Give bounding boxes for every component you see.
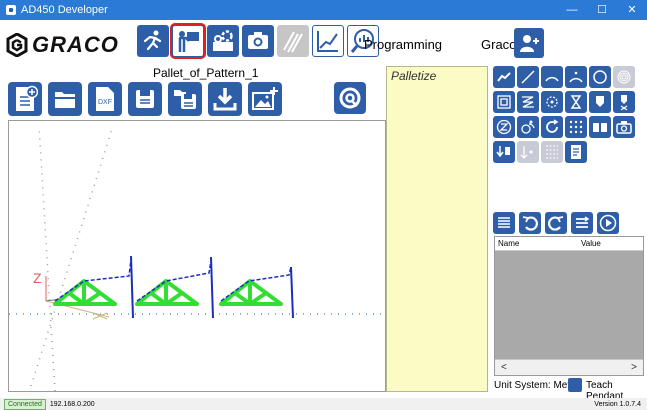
save-as-icon[interactable]: [168, 82, 202, 116]
minimize-button[interactable]: —: [557, 0, 587, 20]
redo-icon[interactable]: [545, 212, 567, 234]
column-header-name[interactable]: Name: [495, 237, 581, 250]
open-folder-icon[interactable]: [48, 82, 82, 116]
new-file-icon[interactable]: [8, 82, 42, 116]
program-title: Palletize: [391, 69, 437, 83]
window-titlebar: AD450 Developer — ☐ ✕: [0, 0, 647, 20]
program-panel[interactable]: Palletize: [386, 66, 488, 392]
add-image-icon[interactable]: [248, 82, 282, 116]
book-icon[interactable]: [589, 116, 611, 138]
download-icon[interactable]: [208, 82, 242, 116]
loop-icon[interactable]: [541, 116, 563, 138]
circle-icon[interactable]: [589, 66, 611, 88]
dispense-on-icon[interactable]: [589, 91, 611, 113]
graco-logo: GRACO: [6, 32, 119, 58]
dxf-label: DXF: [98, 99, 112, 106]
scroll-right-icon[interactable]: >: [631, 362, 637, 373]
z-axis-label: Z: [33, 270, 42, 286]
pattern-canvas[interactable]: Z: [9, 121, 385, 391]
connection-status-badge: Connected: [4, 398, 46, 410]
dispense-off-icon[interactable]: [613, 91, 635, 113]
main-area: GRACO Programming Graco Pallet_of_Patter…: [0, 20, 647, 402]
arc-icon[interactable]: [541, 66, 563, 88]
list-icon[interactable]: [493, 212, 515, 234]
point-icon[interactable]: [541, 91, 563, 113]
dxf-import-icon[interactable]: DXF: [88, 82, 122, 116]
top-nav: [137, 25, 382, 57]
maximize-button[interactable]: ☐: [587, 0, 617, 20]
user-button[interactable]: [514, 28, 544, 58]
y-axis-line: [38, 125, 56, 391]
mode-label: Programming: [364, 37, 443, 52]
pallet-shape: [219, 279, 283, 306]
teach-pendant-checkbox[interactable]: [568, 378, 582, 392]
camera-icon[interactable]: [613, 116, 635, 138]
tool-palette: [493, 66, 643, 166]
step-disabled-icon[interactable]: [517, 141, 539, 163]
undo-icon[interactable]: [519, 212, 541, 234]
chart-icon[interactable]: [312, 25, 344, 57]
scroll-left-icon[interactable]: <: [501, 362, 507, 373]
pattern-name: Pallet_of_Pattern_1: [153, 66, 259, 80]
ip-address: 192.168.0.200: [49, 400, 95, 408]
pattern-viewport[interactable]: Z: [8, 120, 386, 392]
grid-array-icon[interactable]: [565, 116, 587, 138]
save-icon[interactable]: [128, 82, 162, 116]
dispense-run-icon[interactable]: [137, 25, 169, 57]
arc-3pt-icon[interactable]: [565, 66, 587, 88]
run-icon[interactable]: [597, 212, 619, 234]
properties-table-header: Name Value: [495, 237, 643, 251]
wait-icon[interactable]: [565, 91, 587, 113]
tool-down-icon[interactable]: [493, 141, 515, 163]
column-header-value[interactable]: Value: [581, 237, 601, 250]
line-icon[interactable]: [517, 66, 539, 88]
pallet-shape: [135, 279, 199, 306]
graco-logo-mark-icon: [6, 33, 28, 57]
version-label: Version 1.0.7.4: [594, 400, 641, 408]
file-toolbar: DXF: [8, 82, 288, 116]
grid-disabled-icon[interactable]: [541, 141, 563, 163]
pallet-pattern: [53, 279, 283, 306]
filter-icon[interactable]: [571, 212, 593, 234]
properties-table[interactable]: Name Value < >: [494, 236, 644, 376]
status-bar: Connected 192.168.0.200 Version 1.0.7.4: [0, 398, 647, 410]
window-title: AD450 Developer: [21, 4, 108, 16]
logo-text: GRACO: [32, 32, 119, 57]
z-axis-line: [30, 125, 114, 387]
properties-toolbar: [493, 212, 623, 234]
rectangle-spiral-icon[interactable]: [493, 91, 515, 113]
camera-icon[interactable]: [242, 25, 274, 57]
user-name: Graco: [481, 37, 517, 52]
hatch-disabled-icon[interactable]: [277, 25, 309, 57]
horizontal-scrollbar[interactable]: < >: [495, 359, 643, 375]
refresh-icon[interactable]: [334, 82, 366, 114]
close-button[interactable]: ✕: [617, 0, 647, 20]
z-move-icon[interactable]: [493, 116, 515, 138]
settings-config-icon[interactable]: [207, 25, 239, 57]
pallet-shape: [53, 279, 117, 306]
zigzag-icon[interactable]: [517, 91, 539, 113]
notes-icon[interactable]: [565, 141, 587, 163]
rotate-icon[interactable]: [517, 116, 539, 138]
user-icon: [520, 35, 539, 52]
move-icon[interactable]: [493, 66, 515, 88]
spiral-icon[interactable]: [613, 66, 635, 88]
program-teach-icon[interactable]: [172, 25, 204, 57]
app-icon: [6, 5, 16, 15]
